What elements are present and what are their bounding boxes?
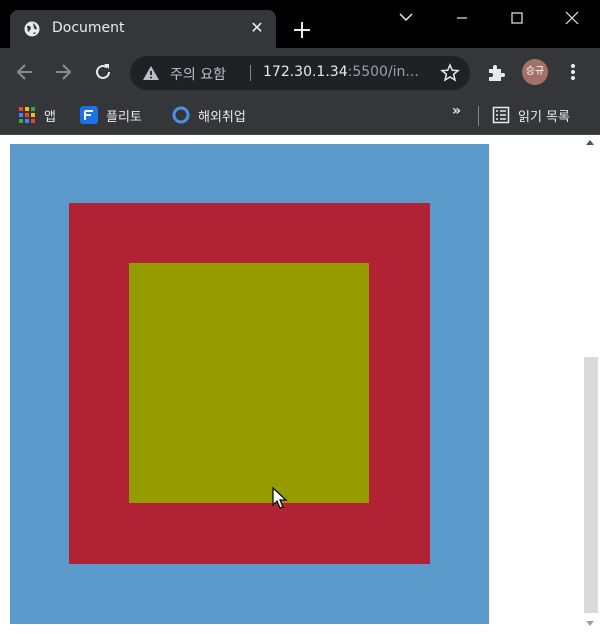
bookmarks-bar: 앱 플리토 해외취업 » 읽기 목록 — [0, 98, 600, 135]
bookmarks-divider — [478, 106, 479, 126]
flitto-icon — [80, 106, 98, 124]
inner-olive-box — [129, 263, 369, 503]
url-text[interactable]: 172.30.1.34:5500/in... — [263, 64, 423, 80]
outer-blue-box — [10, 144, 489, 624]
close-window-icon[interactable] — [544, 0, 600, 36]
bookmark-star-icon[interactable] — [440, 63, 460, 83]
middle-red-box — [69, 203, 430, 564]
profile-avatar[interactable]: 승규 — [522, 59, 548, 85]
omnibox-divider — [250, 65, 251, 81]
url-host: 172.30.1.34 — [263, 64, 348, 80]
reading-list-label: 읽기 목록 — [518, 110, 570, 125]
back-arrow-icon[interactable] — [14, 61, 36, 83]
address-bar[interactable]: 주의 요함 172.30.1.34:5500/in... — [130, 56, 470, 90]
new-tab-icon[interactable] — [291, 19, 313, 41]
bookmark-label: 앱 — [44, 110, 56, 125]
mouse-cursor-icon — [272, 487, 288, 509]
bookmark-label: 해외취업 — [198, 110, 246, 125]
tab-strip: Document ✕ — [0, 0, 600, 48]
scroll-up-arrow-icon[interactable] — [586, 140, 594, 145]
more-menu-icon[interactable] — [566, 61, 580, 83]
bookmarks-overflow-chevron[interactable]: » — [452, 103, 461, 119]
tab-title: Document — [52, 20, 125, 36]
minimize-icon[interactable] — [434, 0, 490, 36]
url-path: :5500/in... — [347, 64, 419, 80]
browser-toolbar: 주의 요함 172.30.1.34:5500/in... 승규 — [0, 48, 600, 98]
warning-icon[interactable] — [142, 65, 160, 81]
reading-list-icon — [492, 106, 510, 124]
scrollbar-thumb[interactable] — [584, 357, 598, 613]
page-viewport — [0, 135, 600, 634]
overseas-jobs-icon — [172, 106, 190, 124]
tab-search-chevron-icon[interactable] — [378, 0, 434, 36]
forward-arrow-icon[interactable] — [52, 61, 74, 83]
bookmark-label: 플리토 — [106, 110, 142, 125]
maximize-icon[interactable] — [489, 0, 545, 36]
vertical-scrollbar[interactable] — [582, 135, 600, 634]
security-status-text[interactable]: 주의 요함 — [170, 64, 226, 84]
scroll-down-arrow-icon[interactable] — [586, 621, 594, 626]
tab-document[interactable]: Document ✕ — [10, 10, 276, 48]
reload-icon[interactable] — [92, 61, 114, 83]
browser-chrome: Document ✕ 주의 요함 172.30.1.34:5500/in... … — [0, 0, 600, 135]
globe-icon — [24, 21, 40, 37]
close-tab-icon[interactable]: ✕ — [246, 17, 268, 39]
extensions-puzzle-icon[interactable] — [486, 63, 506, 83]
apps-grid-icon — [19, 107, 35, 123]
